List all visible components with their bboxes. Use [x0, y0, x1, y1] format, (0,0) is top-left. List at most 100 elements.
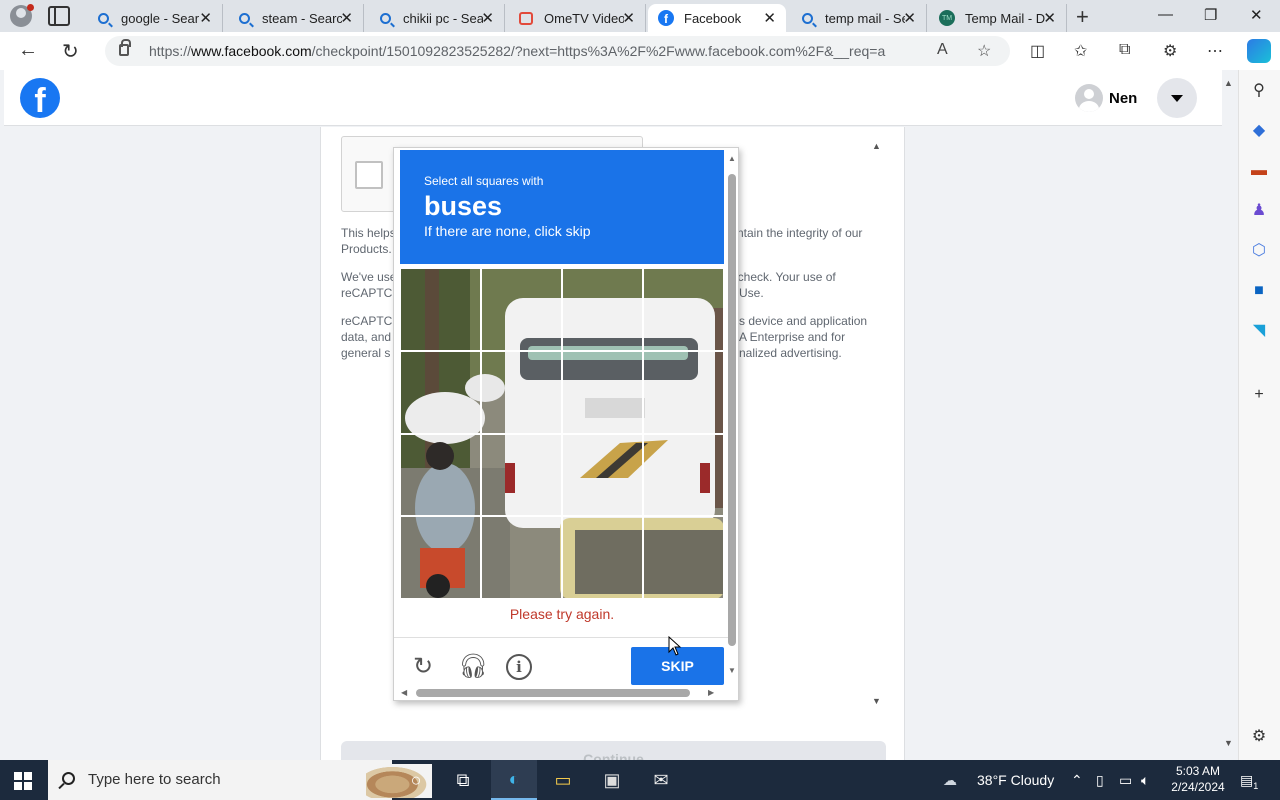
read-aloud-icon[interactable]: A [937, 41, 948, 59]
continue-button[interactable]: Continue [341, 741, 886, 760]
split-screen-icon[interactable]: ◫ [1030, 41, 1045, 61]
extensions-icon[interactable]: ⚙ [1163, 41, 1177, 61]
scroll-right-arrow-icon[interactable]: ▶ [708, 688, 714, 697]
windows-start-icon[interactable] [14, 772, 32, 790]
minimize-icon[interactable]: — [1158, 6, 1173, 23]
url-text[interactable]: https://www.facebook.com/checkpoint/1501… [149, 43, 885, 59]
scroll-up-arrow-icon[interactable]: ▲ [728, 154, 736, 163]
captcha-tile[interactable] [562, 433, 643, 517]
info-icon[interactable]: i [506, 654, 532, 680]
microsoft-store-icon[interactable]: ▣ [589, 760, 635, 800]
device-icon[interactable]: ▯ [1096, 772, 1104, 789]
captcha-tile[interactable] [643, 268, 724, 351]
volume-icon[interactable]: 🔈︎ [1141, 772, 1149, 789]
task-view-icon[interactable]: ⧉ [440, 760, 486, 800]
captcha-tile[interactable] [481, 516, 562, 599]
close-icon[interactable]: ✕ [622, 9, 635, 27]
tab-ometv[interactable]: OmeTV Video ✕ [508, 4, 646, 32]
tab-temp-mail[interactable]: TM Temp Mail - D ✕ [929, 4, 1067, 32]
edge-browser-icon[interactable]: ◐ [491, 760, 537, 800]
tab-label: google - Sear [121, 10, 200, 26]
mail-icon[interactable]: ✉ [638, 760, 684, 800]
more-options-icon[interactable]: ⋯ [1207, 41, 1223, 61]
system-clock[interactable]: 5:03 AM 2/24/2024 [1163, 763, 1233, 795]
scroll-left-arrow-icon[interactable]: ◀ [401, 688, 407, 697]
favorites-icon[interactable]: ✩ [1074, 41, 1087, 61]
captcha-tile[interactable] [643, 433, 724, 517]
restore-icon[interactable]: ❐ [1204, 6, 1217, 24]
scroll-down-arrow-icon[interactable]: ▼ [728, 666, 736, 675]
search-icon [95, 10, 111, 26]
captcha-tile[interactable] [562, 516, 643, 599]
captcha-tile[interactable] [400, 350, 481, 434]
facebook-logo-icon[interactable]: f [20, 78, 60, 118]
taskbar-search-box[interactable]: Type here to search [48, 760, 432, 800]
weather-cloud-icon[interactable]: ☁ [943, 772, 957, 789]
close-icon[interactable]: ✕ [481, 9, 494, 27]
captcha-tile[interactable] [400, 268, 481, 351]
captcha-hint: If there are none, click skip [424, 223, 591, 239]
search-icon [62, 772, 75, 785]
add-icon[interactable]: + [1250, 386, 1268, 404]
refresh-icon[interactable]: ↻ [62, 39, 79, 64]
captcha-tile[interactable] [400, 433, 481, 517]
notifications-icon[interactable]: ▤1 [1240, 772, 1258, 791]
tab-chikii[interactable]: chikii pc - Sea ✕ [367, 4, 505, 32]
clock-date: 2/24/2024 [1171, 780, 1225, 794]
games-icon[interactable]: ♟ [1250, 202, 1268, 220]
close-icon[interactable]: ✕ [1043, 9, 1056, 27]
captcha-tile[interactable] [481, 268, 562, 351]
profile-alert-dot [27, 4, 34, 11]
tab-label: temp mail - Se [825, 10, 905, 26]
tab-steam[interactable]: steam - Searc ✕ [226, 4, 364, 32]
tools-icon[interactable]: ▬ [1250, 162, 1268, 180]
page-scroll-down-icon[interactable]: ▼ [1224, 738, 1233, 748]
avatar[interactable] [1075, 84, 1103, 112]
page-scroll-up-icon[interactable]: ▲ [1224, 78, 1233, 88]
new-tab-icon[interactable]: + [1076, 4, 1089, 30]
collections-icon[interactable]: ⧉ [1119, 41, 1130, 59]
back-icon[interactable]: ← [18, 39, 38, 62]
copilot-icon[interactable] [1247, 39, 1271, 63]
drop-icon[interactable]: ◥ [1250, 322, 1268, 340]
file-explorer-icon[interactable]: ▭ [540, 760, 586, 800]
tab-google[interactable]: google - Sear ✕ [85, 4, 223, 32]
captcha-horizontal-scrollbar[interactable] [416, 689, 690, 697]
shopping-tag-icon[interactable]: ◆ [1250, 122, 1268, 140]
captcha-tile[interactable] [562, 350, 643, 434]
close-icon[interactable]: ✕ [903, 9, 916, 27]
captcha-vertical-scrollbar[interactable] [728, 174, 736, 646]
account-menu-button[interactable] [1157, 78, 1197, 118]
tab-actions-icon[interactable] [48, 6, 70, 26]
address-bar[interactable]: https://www.facebook.com/checkpoint/1501… [105, 36, 1010, 66]
card-scroll-down-icon[interactable]: ▼ [872, 696, 881, 706]
outlook-icon[interactable]: ■ [1250, 282, 1268, 300]
lock-icon[interactable] [119, 39, 131, 56]
weather-text[interactable]: 38°F Cloudy [977, 772, 1054, 788]
captcha-tile[interactable] [643, 516, 724, 599]
close-icon[interactable]: ✕ [199, 9, 212, 27]
captcha-tile[interactable] [400, 516, 481, 599]
cortana-icon[interactable]: ○ [393, 760, 439, 800]
settings-gear-icon[interactable]: ⚙ [1250, 728, 1268, 746]
recaptcha-checkbox[interactable] [355, 161, 383, 189]
audio-headphones-icon[interactable]: 🎧︎ [458, 654, 488, 680]
close-icon[interactable]: ✕ [763, 9, 776, 27]
reload-icon[interactable]: ↻ [410, 654, 436, 680]
microsoft-365-icon[interactable]: ⬡ [1250, 242, 1268, 260]
captcha-tile[interactable] [481, 433, 562, 517]
favorite-star-icon[interactable]: ☆ [977, 41, 991, 61]
tab-temp-mail-search[interactable]: temp mail - Se ✕ [789, 4, 927, 32]
captcha-tile[interactable] [643, 350, 724, 434]
captcha-tile[interactable] [481, 350, 562, 434]
close-icon[interactable]: ✕ [340, 9, 353, 27]
search-icon[interactable]: ⚲ [1250, 82, 1268, 100]
card-scroll-up-icon[interactable]: ▲ [872, 141, 881, 151]
close-window-icon[interactable]: ✕ [1250, 6, 1263, 24]
show-hidden-icons-chevron-icon[interactable]: ⌃ [1071, 772, 1083, 789]
facebook-header: f Nen [4, 70, 1222, 126]
tab-facebook[interactable]: f Facebook ✕ [648, 4, 786, 32]
user-name[interactable]: Nen [1109, 90, 1137, 107]
network-icon[interactable]: ▭ [1119, 772, 1132, 789]
captcha-tile[interactable] [562, 268, 643, 351]
